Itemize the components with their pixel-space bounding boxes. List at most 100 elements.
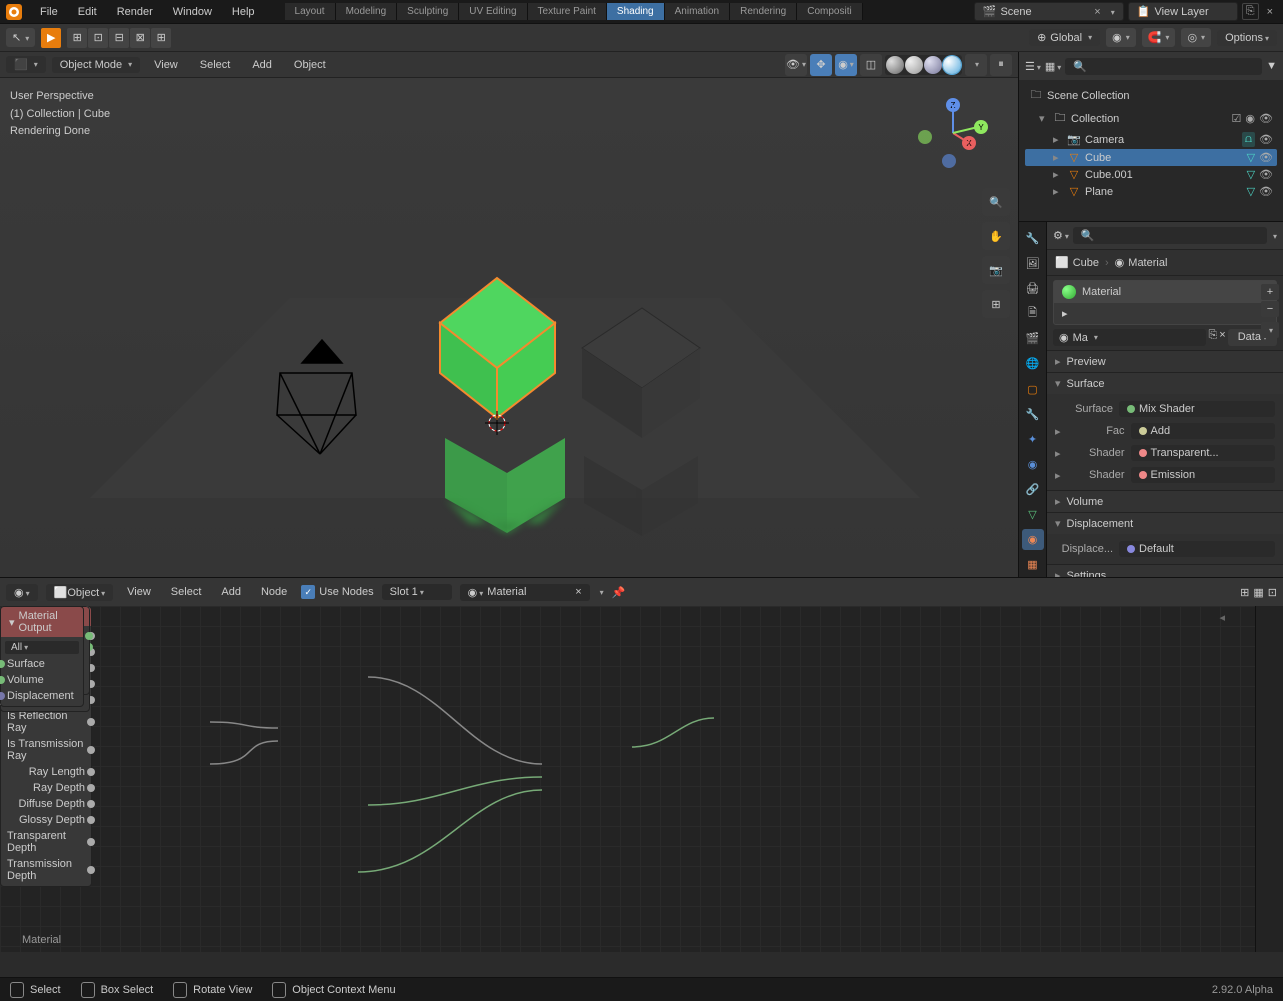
tree-collection[interactable]: ▾ 🗀 Collection ☑◉👁	[1025, 107, 1277, 130]
snap-node-button[interactable]: ⊞	[1240, 586, 1249, 599]
node-material-field[interactable]: ◉Material×	[460, 584, 590, 601]
orientation-dropdown[interactable]: ⊕Global	[1029, 29, 1100, 46]
node-menu-add[interactable]: Add	[215, 586, 247, 598]
scene-field[interactable]: 🎬Scene×	[974, 2, 1124, 21]
socket-out[interactable]: Is Transmission Ray	[1, 736, 91, 764]
new-viewlayer-icon[interactable]: ⎘	[1242, 3, 1259, 20]
xray-button[interactable]: ◫	[860, 54, 882, 76]
node-menu-node[interactable]: Node	[255, 586, 293, 598]
viewlayer-field[interactable]: 📋View Layer	[1128, 2, 1238, 21]
proportional-dropdown[interactable]: ◎	[1181, 28, 1211, 47]
zoom-button[interactable]: 🔍	[982, 188, 1010, 216]
prop-tab-data[interactable]: ▽	[1022, 504, 1044, 525]
pin-button[interactable]: 📌	[612, 586, 626, 599]
options-dropdown[interactable]: Options	[1217, 30, 1277, 46]
props-search[interactable]: 🔍	[1073, 227, 1267, 244]
breadcrumb-material[interactable]: ◉Material	[1115, 256, 1168, 269]
eye-icon[interactable]: 👁	[1259, 151, 1273, 164]
expand-icon[interactable]: ▸	[1053, 151, 1063, 164]
matprev-shading-button[interactable]	[924, 56, 942, 74]
props-options[interactable]	[1271, 230, 1277, 242]
material-users-button[interactable]: ⎘	[1208, 329, 1217, 346]
outliner-filter-dropdown[interactable]: ▦	[1045, 60, 1061, 73]
eye-icon[interactable]: 👁	[1259, 133, 1273, 146]
socket-out[interactable]: Diffuse Depth	[1, 796, 91, 812]
slot-specials-button[interactable]	[1261, 322, 1279, 338]
section-header-surface[interactable]: ▾Surface	[1047, 373, 1283, 394]
remove-slot-button[interactable]: −	[1261, 301, 1279, 317]
expand-icon[interactable]: ▸	[1053, 133, 1063, 146]
node-material-output[interactable]: ▾Material Output All Surface Volume Disp…	[0, 606, 84, 707]
menu-edit[interactable]: Edit	[68, 6, 107, 18]
expand-icon[interactable]: ▸	[1062, 307, 1068, 320]
chevron-down-icon[interactable]	[1109, 6, 1115, 18]
prop-tab-world[interactable]: 🌐	[1022, 353, 1044, 374]
ws-tab-shading[interactable]: Shading	[607, 3, 665, 20]
add-slot-button[interactable]: +	[1261, 284, 1279, 300]
prop-tab-tool[interactable]: 🔧	[1022, 228, 1044, 249]
camera-view-button[interactable]: 📷	[982, 256, 1010, 284]
tree-item-plane[interactable]: ▸ ▽ Plane ▽👁	[1025, 183, 1277, 200]
menu-window[interactable]: Window	[163, 6, 222, 18]
tree-item-cube001[interactable]: ▸ ▽ Cube.001 ▽👁	[1025, 166, 1277, 183]
ws-tab-compositing[interactable]: Compositi	[797, 3, 862, 20]
ws-tab-rendering[interactable]: Rendering	[730, 3, 797, 20]
solid-shading-button[interactable]	[905, 56, 923, 74]
socket-in[interactable]: Displacement	[1, 688, 83, 704]
snap-dropdown[interactable]: 🧲	[1142, 28, 1176, 47]
nav-gizmo[interactable]: Z X Y	[918, 98, 988, 168]
socket-in[interactable]: Surface	[1, 656, 83, 672]
view-object-types-button[interactable]: 👁	[785, 54, 807, 76]
mode-dropdown[interactable]: Object Mode	[52, 57, 140, 73]
menu-file[interactable]: File	[30, 6, 68, 18]
tree-scene-collection[interactable]: 🗀 Scene Collection	[1025, 84, 1277, 107]
prop-tab-viewlayer[interactable]: 🗎	[1022, 303, 1044, 324]
snap-edge-button[interactable]: ⊡	[88, 28, 108, 48]
viewport-canvas[interactable]: User Perspective (1) Collection | Cube R…	[0, 78, 1018, 577]
props-type-dropdown[interactable]: ⚙	[1053, 229, 1069, 242]
node-editor-type-dropdown[interactable]: ◉	[6, 584, 38, 601]
prop-tab-render[interactable]: 🖼	[1022, 253, 1044, 274]
socket-out[interactable]: Transmission Depth	[1, 856, 91, 884]
prop-tab-object[interactable]: ▢	[1022, 378, 1044, 399]
editor-type-dropdown[interactable]: ⬛	[6, 56, 46, 73]
eye-icon[interactable]: 👁	[1259, 112, 1273, 125]
perspective-button[interactable]: ⊞	[982, 290, 1010, 318]
node-backdrop-button[interactable]: ⊡	[1268, 586, 1277, 599]
checkbox-icon[interactable]: ☑	[1232, 112, 1242, 125]
prop-tab-texture[interactable]: ▦	[1022, 554, 1044, 575]
socket-out[interactable]: Glossy Depth	[1, 812, 91, 828]
eye-icon[interactable]: 👁	[1259, 185, 1273, 198]
vp-menu-view[interactable]: View	[146, 59, 186, 71]
material-slot-list[interactable]: Material ▸ ⠿	[1053, 280, 1277, 325]
expand-icon[interactable]: ▸	[1055, 447, 1061, 460]
breadcrumb-object[interactable]: ⬜Cube	[1055, 256, 1099, 269]
prop-tab-modifiers[interactable]: 🔧	[1022, 404, 1044, 425]
expand-icon[interactable]: ▸	[1055, 469, 1061, 482]
shader2-dropdown[interactable]: Emission	[1131, 467, 1275, 483]
shader1-dropdown[interactable]: Transparent...	[1131, 445, 1275, 461]
use-nodes-checkbox[interactable]: ✓Use Nodes	[301, 585, 373, 599]
node-sidebar-collapsed[interactable]	[1255, 606, 1283, 952]
outliner-search[interactable]: 🔍	[1065, 58, 1262, 75]
fac-dropdown[interactable]: Add	[1131, 423, 1275, 439]
prop-tab-output[interactable]: 🖨	[1022, 278, 1044, 299]
ws-tab-sculpting[interactable]: Sculpting	[397, 3, 459, 20]
socket-out[interactable]: Is Reflection Ray	[1, 708, 91, 736]
socket-in[interactable]: Volume	[1, 672, 83, 688]
shader-dropdown[interactable]: Mix Shader	[1119, 401, 1275, 417]
vp-menu-object[interactable]: Object	[286, 59, 334, 71]
outliner-display-dropdown[interactable]: ☰	[1025, 60, 1041, 73]
node-overlay-button[interactable]: ▦	[1253, 586, 1263, 599]
ws-tab-layout[interactable]: Layout	[285, 3, 336, 20]
node-canvas[interactable]: ▸ ◂ ▾Light Path Is Camera Ray Is Shadow …	[0, 606, 1255, 952]
snap-increment-button[interactable]: ⊞	[151, 28, 171, 48]
outliner-filter-button[interactable]: ▼	[1266, 60, 1277, 72]
pan-button[interactable]: ✋	[982, 222, 1010, 250]
select-box-button[interactable]: ▶	[41, 28, 61, 48]
expand-icon[interactable]: ▸	[1053, 168, 1063, 181]
socket-out[interactable]: Ray Depth	[1, 780, 91, 796]
tree-item-cube[interactable]: ▸ ▽ Cube ▽👁	[1025, 149, 1277, 166]
remove-viewlayer-icon[interactable]: ×	[1263, 6, 1277, 18]
prop-tab-scene[interactable]: 🎬	[1022, 328, 1044, 349]
